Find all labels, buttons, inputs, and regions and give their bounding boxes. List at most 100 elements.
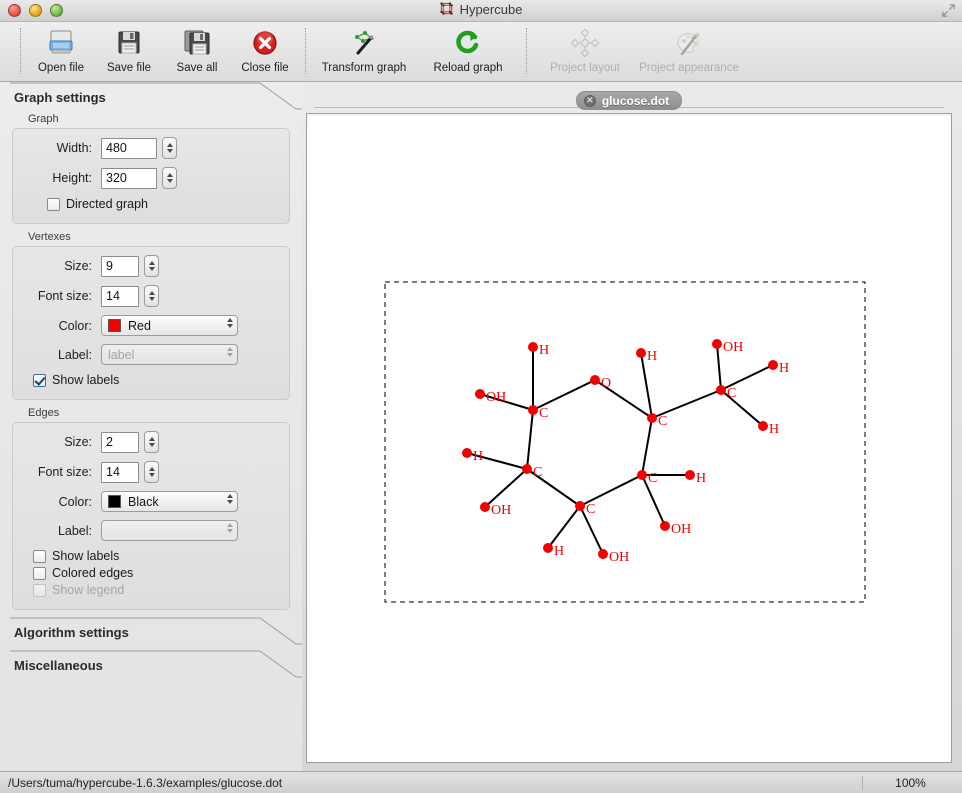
vertex-label-label: Label: [57, 347, 92, 362]
vertex-font-size-input[interactable] [101, 285, 139, 307]
graph-height-input[interactable] [101, 167, 157, 189]
edge-font-size-row: Font size: [25, 461, 277, 483]
vertex-font-size-stepper[interactable] [144, 285, 159, 307]
graph-vertex[interactable] [462, 448, 472, 458]
vertex-show-labels-label: Show labels [52, 373, 120, 387]
vertex-size-label: Size: [64, 259, 92, 273]
edge-font-size-label: Font size: [37, 465, 92, 479]
graph-width-input[interactable] [101, 137, 157, 159]
colored-edges-row[interactable]: Colored edges [33, 566, 277, 580]
edge-color-select[interactable]: Black [101, 491, 238, 512]
graph-vertex[interactable] [636, 348, 646, 358]
show-legend-label: Show legend [52, 583, 125, 597]
graph-height-stepper[interactable] [162, 167, 177, 189]
edges-group: Edges Size: Font size: [12, 407, 290, 610]
graph-vertex[interactable] [598, 549, 608, 559]
graph-vertex[interactable] [575, 501, 585, 511]
save-all-button[interactable]: Save all [163, 24, 231, 74]
graph-vertex-label: H [539, 343, 549, 358]
expand-arrows-icon[interactable] [941, 3, 956, 18]
transform-graph-button[interactable]: Transform graph [312, 24, 416, 74]
edge-size-stepper[interactable] [144, 431, 159, 453]
project-appearance-icon [674, 27, 704, 59]
toolbar-divider [305, 28, 306, 74]
colored-edges-checkbox[interactable] [33, 566, 46, 580]
graph-vertex-label: H [696, 471, 706, 486]
vertexes-group-legend: Vertexes [28, 231, 71, 243]
graph-vertex[interactable] [685, 470, 695, 480]
graph-vertex[interactable] [647, 413, 657, 423]
vertex-size-input[interactable] [101, 255, 139, 277]
edge-size-input[interactable] [101, 431, 139, 453]
graph-vertex[interactable] [543, 543, 553, 553]
graph-edge[interactable] [484, 468, 528, 508]
graph-edge[interactable] [526, 409, 534, 470]
graph-vertex-label: H [779, 361, 789, 376]
graph-width-row: Width: [25, 137, 277, 159]
graph-edge[interactable] [716, 343, 722, 391]
edge-show-labels-checkbox[interactable] [33, 549, 46, 563]
section-miscellaneous[interactable]: Miscellaneous [0, 650, 302, 681]
directed-graph-checkbox[interactable] [47, 197, 60, 211]
edge-size-row: Size: [25, 431, 277, 453]
save-file-icon [114, 27, 144, 59]
save-file-button[interactable]: Save file [95, 24, 163, 74]
edge-font-size-input[interactable] [101, 461, 139, 483]
project-layout-icon [570, 27, 600, 59]
vertex-show-labels-row[interactable]: Show labels [33, 373, 277, 387]
graph-vertex[interactable] [637, 470, 647, 480]
graph-vertex[interactable] [590, 375, 600, 385]
section-graph-settings[interactable]: Graph settings [0, 82, 302, 113]
graph-edge[interactable] [641, 417, 653, 476]
graph-vertex[interactable] [475, 389, 485, 399]
section-miscellaneous-label: Miscellaneous [14, 658, 103, 673]
vertex-size-stepper[interactable] [144, 255, 159, 277]
vertex-color-label: Color: [58, 318, 92, 333]
section-algorithm-settings[interactable]: Algorithm settings [0, 617, 302, 648]
graph-vertex[interactable] [768, 360, 778, 370]
window-title-group: Hypercube [0, 2, 962, 17]
reload-graph-icon [453, 27, 483, 59]
vertex-show-labels-checkbox[interactable] [33, 373, 46, 387]
project-appearance-button: Project appearance [637, 24, 741, 74]
edge-color-swatch [108, 495, 121, 508]
transform-graph-label: Transform graph [321, 62, 407, 74]
close-file-button[interactable]: Close file [231, 24, 299, 74]
status-file-path: /Users/tuma/hypercube-1.6.3/examples/glu… [8, 775, 283, 790]
settings-sidebar: Graph settings Graph Width: 480 Height: … [0, 82, 302, 771]
graph-canvas[interactable]: O C C C C C C H OH H OH H H H OH H OH H OH [306, 113, 952, 763]
graph-settings-panel: Graph Width: Height: [0, 113, 302, 610]
tab-label: glucose.dot [601, 93, 670, 108]
edge-label-row: Label: [25, 520, 277, 541]
graph-edge[interactable] [547, 505, 581, 549]
graph-height-row: Height: [25, 167, 277, 189]
vertex-color-select[interactable]: Red [101, 315, 238, 336]
graph-vertex-label: H [647, 349, 657, 364]
vertex-label-value: label [108, 347, 135, 362]
graph-vertex[interactable] [480, 502, 490, 512]
graph-vertex[interactable] [522, 464, 532, 474]
edge-font-size-stepper[interactable] [144, 461, 159, 483]
graph-vertex[interactable] [660, 521, 670, 531]
open-file-button[interactable]: Open file [27, 24, 95, 74]
directed-graph-checkbox-row[interactable]: Directed graph [47, 197, 277, 211]
edge-label-label: Label: [57, 523, 92, 538]
vertex-color-row: Color: Red [25, 315, 277, 336]
graph-vertex-label: OH [723, 340, 743, 355]
graph-height-label: Height: [52, 171, 92, 185]
graph-vertex[interactable] [716, 385, 726, 395]
graph-vertex[interactable] [758, 421, 768, 431]
reload-graph-button[interactable]: Reload graph [416, 24, 520, 74]
tab-glucose-dot[interactable]: ✕ glucose.dot [575, 91, 683, 110]
graph-vertex[interactable] [528, 405, 538, 415]
graph-vertex-label: OH [671, 522, 691, 537]
graph-vertex[interactable] [712, 339, 722, 349]
close-icon[interactable]: ✕ [583, 94, 596, 107]
graph-vertex-label: O [601, 376, 611, 391]
save-file-label: Save file [106, 62, 152, 74]
graph-width-stepper[interactable] [162, 137, 177, 159]
graph-vertex-label: H [473, 449, 483, 464]
graph-vertex[interactable] [528, 342, 538, 352]
document-area: ✕ glucose.dot O C C C C C C H OH H OH H H H OH H OH H OH [302, 82, 962, 771]
edge-show-labels-row[interactable]: Show labels [33, 549, 277, 563]
